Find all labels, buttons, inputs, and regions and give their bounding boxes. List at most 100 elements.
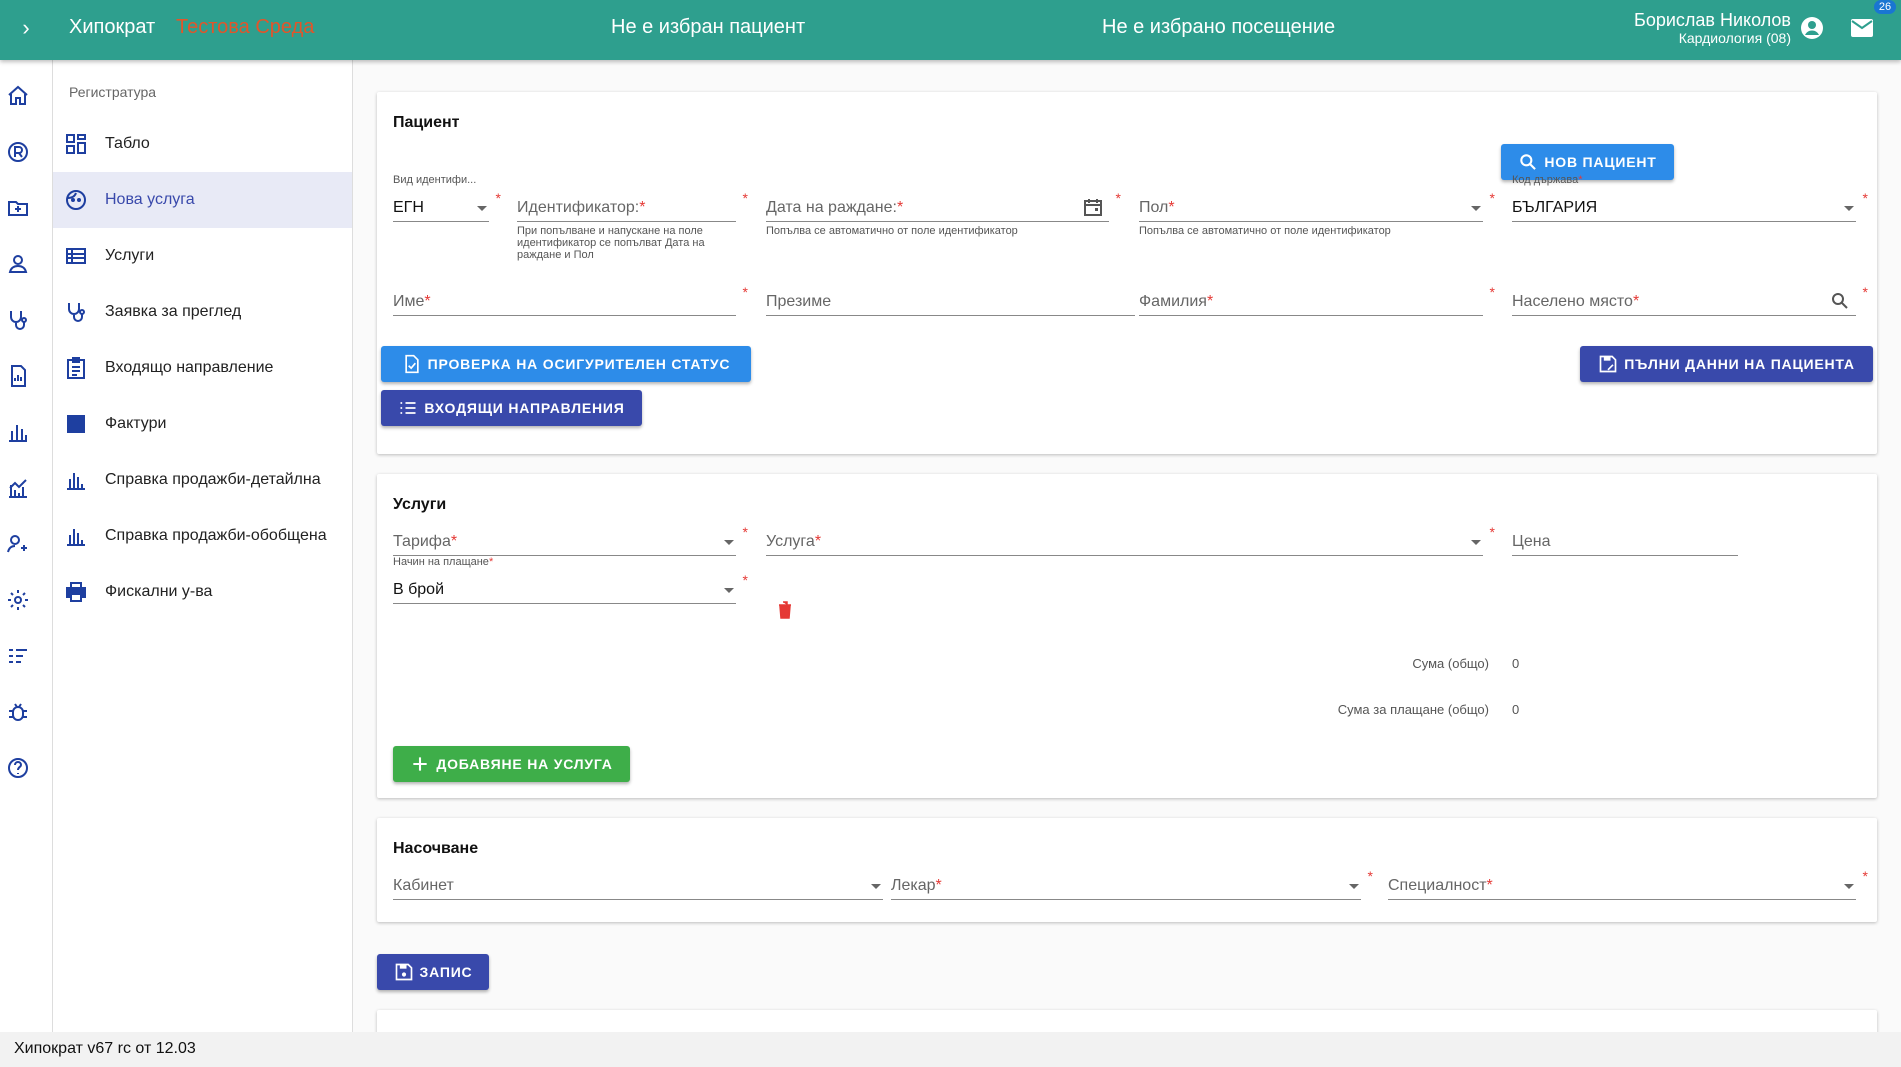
specialty-placeholder: Специалност [1388,877,1487,894]
nav-item-label: Справка продажби-детайлна [105,471,321,488]
first-name-input[interactable]: Име* * [393,284,748,316]
price-input[interactable]: Цена [1512,526,1738,556]
account-circle-icon[interactable] [1800,16,1824,40]
identifier-placeholder: Идентификатор: [517,199,640,216]
chevron-down-icon [724,540,734,545]
patient-card: Пациент НОВ ПАЦИЕНТ Вид идентифи... ЕГН … [377,92,1877,454]
environment-label: Тестова Среда [176,16,315,38]
add-service-button[interactable]: ДОБАВЯНЕ НА УСЛУГА [393,746,630,782]
nav-item-sales-summary[interactable]: Справка продажби-обобщена [53,508,352,564]
insurance-check-button[interactable]: ПРОВЕРКА НА ОСИГУРИТЕЛЕН СТАТУС [381,346,751,382]
full-patient-data-button[interactable]: ПЪЛНИ ДАННИ НА ПАЦИЕНТА [1580,346,1873,382]
chevron-down-icon [477,206,487,211]
home-icon[interactable] [6,84,30,108]
nav-item-label: Фискални у-ва [105,583,213,600]
bar-chart-icon[interactable] [6,420,30,444]
nav-item-exam-request[interactable]: Заявка за преглед [53,284,352,340]
user-department: Кардиология (08) [1678,30,1791,46]
nav-item-new-service[interactable]: Нова услуга [53,172,352,228]
plus-icon [413,757,427,771]
payment-method-label: Начин на плащане [393,556,489,568]
save-icon [395,963,412,981]
help-icon[interactable] [6,756,30,780]
nav-item-sales-detailed[interactable]: Справка продажби-детайлна [53,452,352,508]
incoming-referrals-button[interactable]: ВХОДЯЩИ НАПРАВЛЕНИЯ [381,390,642,426]
folder-icon[interactable] [6,196,30,220]
calendar-icon[interactable] [1083,197,1103,217]
required-marker: * [1115,190,1121,206]
printer-icon [65,581,87,603]
patient-status[interactable]: Не е избран пациент [611,16,805,39]
price-placeholder: Цена [1512,533,1551,550]
user-settings-icon[interactable] [6,532,30,556]
invoice-icon [65,413,87,435]
services-card-title: Услуги [393,496,447,513]
cabinet-select[interactable]: Кабинет [393,870,883,900]
nav-item-incoming-referral[interactable]: Входящо направление [53,340,352,396]
trend-chart-icon[interactable] [6,476,30,500]
required-marker: * [1367,868,1373,884]
person-icon[interactable] [6,252,30,276]
new-patient-button-label: НОВ ПАЦИЕНТ [1544,154,1657,170]
payment-method-select[interactable]: Начин на плащане* В брой * [393,556,748,604]
settings-gear-icon[interactable] [6,588,30,612]
bar-chart-icon [65,525,87,547]
app-header: › Хипократ Тестова Среда Не е избран пац… [0,0,1901,60]
stethoscope-icon[interactable] [6,308,30,332]
nav-item-fiscal-devices[interactable]: Фискални у-ва [53,564,352,620]
navigation-drawer: Регистратура Табло Нова услуга Услуги За… [53,60,353,1032]
footer-version: Хипократ v67 rc от 12.03 [0,1032,1901,1067]
expand-menu-chevron-icon[interactable]: › [14,16,38,40]
required-marker: * [1862,868,1868,884]
clipboard-icon [65,357,87,379]
document-icon[interactable] [6,364,30,388]
tariff-placeholder: Тарифа [393,533,451,550]
chevron-down-icon [1471,206,1481,211]
identifier-input[interactable]: Идентификатор:* * [517,190,748,222]
sex-select[interactable]: Пол* * [1139,190,1495,222]
chevron-down-icon [724,588,734,593]
nav-item-label: Нова услуга [105,191,195,208]
id-type-select[interactable]: Вид идентифи... ЕГН * [393,174,501,222]
required-marker: * [495,190,501,206]
add-service-button-label: ДОБАВЯНЕ НА УСЛУГА [436,756,613,772]
save-button[interactable]: ЗАПИС [377,954,489,990]
chevron-down-icon [1844,884,1854,889]
nav-item-label: Услуги [105,247,155,264]
incoming-referrals-button-label: ВХОДЯЩИ НАПРАВЛЕНИЯ [424,400,625,416]
specialty-select[interactable]: Специалност* * [1388,868,1868,900]
delete-trash-icon[interactable] [775,600,795,620]
city-input[interactable]: Населено място* * [1512,284,1868,316]
birthdate-hint: Попълва се автоматично от поле идентифик… [766,225,1018,237]
required-marker: * [742,190,748,206]
tariff-select[interactable]: Тарифа* * [393,524,748,556]
last-name-input[interactable]: Фамилия* * [1139,284,1495,316]
full-patient-data-button-label: ПЪЛНИ ДАННИ НА ПАЦИЕНТА [1624,356,1855,372]
bug-icon[interactable] [6,700,30,724]
nav-item-dashboard[interactable]: Табло [53,116,352,172]
city-placeholder: Населено място [1512,293,1633,310]
list-settings-icon[interactable] [6,644,30,668]
country-select[interactable]: Код държава* БЪЛГАРИЯ * [1512,174,1868,222]
face-icon [65,189,87,211]
birthdate-input[interactable]: Дата на раждане:* * [766,190,1121,222]
identifier-hint: При попълване и напускане на поле иденти… [517,225,705,261]
search-icon[interactable] [1830,291,1850,311]
chevron-down-icon [1844,206,1854,211]
sum-total-value: 0 [1512,656,1520,671]
registry-icon[interactable] [6,140,30,164]
dashboard-icon [65,133,87,155]
sum-pay-value: 0 [1512,702,1520,717]
nav-item-services[interactable]: Услуги [53,228,352,284]
save-button-label: ЗАПИС [419,964,473,980]
nav-item-invoices[interactable]: Фактури [53,396,352,452]
service-select[interactable]: Услуга* * [766,524,1495,556]
mail-icon[interactable] [1850,18,1874,38]
chevron-down-icon [1349,884,1359,889]
services-card: Услуги Тарифа* * Услуга* * Цена Начин на… [377,474,1877,798]
middle-name-input[interactable]: Презиме [766,286,1135,316]
visit-status[interactable]: Не е избрано посещение [1102,16,1335,39]
first-name-placeholder: Име [393,293,425,310]
doctor-select[interactable]: Лекар* * [891,868,1373,900]
middle-name-placeholder: Презиме [766,293,832,310]
